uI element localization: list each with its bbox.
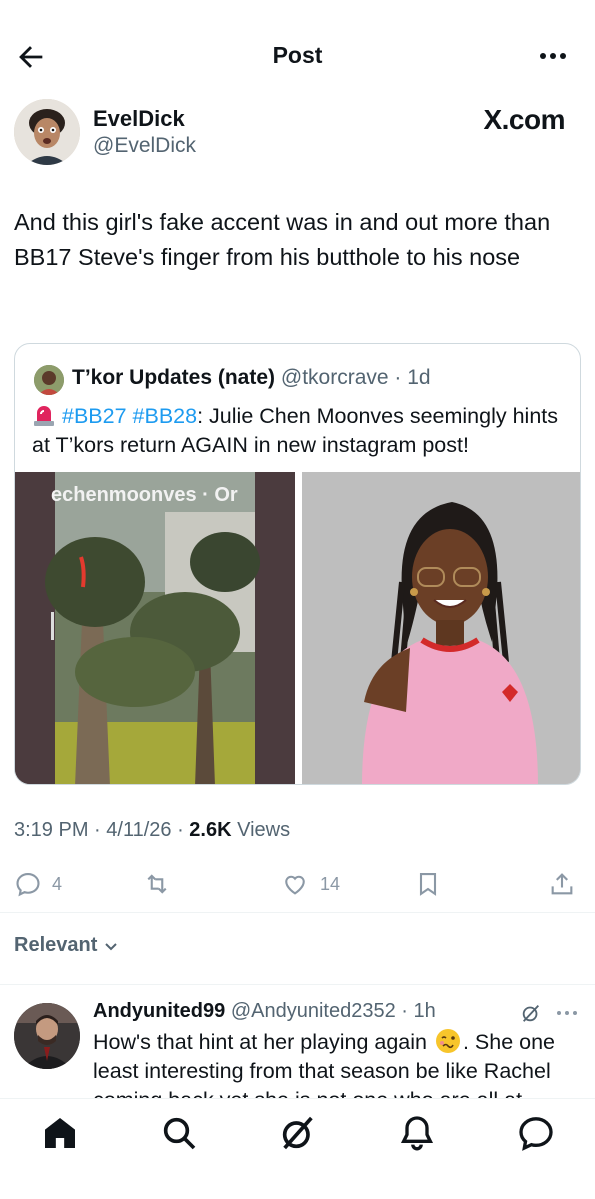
bottom-tab-bar bbox=[0, 1098, 595, 1199]
quote-header: T’kor Updates (nate) @tkorcrave · 1d bbox=[72, 366, 431, 390]
reply-header: Andyunited99 @Andyunited2352 · 1h bbox=[93, 1000, 436, 1023]
like-button[interactable]: 14 bbox=[280, 870, 340, 898]
divider bbox=[0, 912, 595, 913]
reply-author-name[interactable]: Andyunited99 bbox=[93, 1000, 225, 1022]
bookmark-button[interactable] bbox=[414, 870, 442, 898]
hashtag-bb28[interactable]: #BB28 bbox=[133, 404, 198, 428]
tab-notifications[interactable] bbox=[397, 1113, 437, 1153]
grok-icon bbox=[282, 1116, 313, 1150]
quote-image-portrait[interactable] bbox=[302, 472, 580, 784]
share-icon bbox=[551, 873, 573, 895]
meta-separator: · bbox=[388, 366, 408, 389]
home-icon bbox=[45, 1118, 75, 1148]
author-handle[interactable]: @EvelDick bbox=[93, 134, 196, 158]
reply-icon bbox=[16, 873, 40, 897]
repost-button[interactable] bbox=[143, 870, 171, 898]
quote-author-handle: @tkorcrave bbox=[280, 366, 389, 389]
views-label: Views bbox=[237, 819, 291, 841]
author-avatar[interactable] bbox=[14, 99, 80, 165]
tab-search[interactable] bbox=[159, 1113, 199, 1153]
chevron-down-icon bbox=[105, 942, 118, 950]
post-time: 3:19 PM bbox=[14, 819, 89, 841]
grok-icon bbox=[522, 1005, 540, 1022]
page-title: Post bbox=[272, 42, 323, 68]
woozy-face-icon bbox=[435, 1028, 461, 1054]
x-logo: X.com bbox=[483, 104, 565, 135]
reply-more-button[interactable] bbox=[555, 1003, 579, 1023]
reply-text-start: How's that hint at her playing again bbox=[93, 1030, 433, 1054]
quoted-post[interactable]: T’kor Updates (nate) @tkorcrave · 1d #BB… bbox=[14, 343, 581, 785]
more-horizontal-icon bbox=[557, 1011, 577, 1015]
post-date: 4/11/26 bbox=[106, 819, 172, 841]
more-button[interactable] bbox=[537, 42, 569, 70]
views-count: 2.6K bbox=[189, 819, 232, 841]
quote-age: 1d bbox=[407, 366, 431, 389]
quote-author-name: T’kor Updates (nate) bbox=[72, 366, 276, 389]
tab-home[interactable] bbox=[40, 1113, 80, 1153]
reply-author-handle[interactable]: @Andyunited2352 bbox=[231, 1000, 396, 1022]
reply-sort-label: Relevant bbox=[14, 934, 98, 956]
share-button[interactable] bbox=[548, 870, 576, 898]
quote-avatar bbox=[34, 365, 64, 395]
post-meta: 3:19 PM · 4/11/26 · 2.6K Views bbox=[14, 819, 290, 842]
siren-icon bbox=[32, 404, 56, 426]
bookmark-icon bbox=[419, 873, 437, 896]
tab-grok[interactable] bbox=[278, 1113, 318, 1153]
image-overlay-text: echenmoonves · Or bbox=[51, 484, 238, 506]
reply-button[interactable]: 4 bbox=[14, 870, 62, 898]
hashtag-bb27[interactable]: #BB27 bbox=[62, 404, 127, 428]
reply-count: 4 bbox=[52, 873, 63, 894]
reply-avatar[interactable] bbox=[14, 1003, 80, 1069]
top-bar: Post bbox=[0, 0, 595, 110]
messages-icon bbox=[519, 1117, 553, 1151]
post-text: And this girl's fake accent was in and o… bbox=[14, 209, 551, 270]
like-count: 14 bbox=[320, 873, 341, 894]
reply-text: How's that hint at her playing again . S… bbox=[93, 1028, 588, 1100]
more-horizontal-icon bbox=[540, 53, 566, 59]
heart-icon bbox=[285, 875, 305, 895]
grok-button[interactable] bbox=[520, 1002, 542, 1024]
quote-text: #BB27 #BB28: Julie Chen Moonves seemingl… bbox=[32, 402, 577, 460]
meta-separator: · bbox=[395, 1000, 414, 1022]
reply-age: 1h bbox=[413, 1000, 436, 1022]
repost-icon bbox=[147, 874, 167, 894]
action-bar: 4 14 bbox=[0, 862, 595, 908]
tab-messages[interactable] bbox=[516, 1113, 556, 1153]
reply-sort-dropdown[interactable]: Relevant bbox=[14, 934, 119, 957]
meta-separator: · bbox=[171, 819, 190, 841]
author-name[interactable]: EvelDick bbox=[93, 106, 185, 132]
search-icon bbox=[163, 1117, 196, 1150]
divider bbox=[0, 984, 595, 985]
quote-image-trees[interactable]: echenmoonves · Or bbox=[15, 472, 295, 784]
meta-separator: · bbox=[88, 819, 107, 841]
notifications-icon bbox=[400, 1116, 434, 1151]
